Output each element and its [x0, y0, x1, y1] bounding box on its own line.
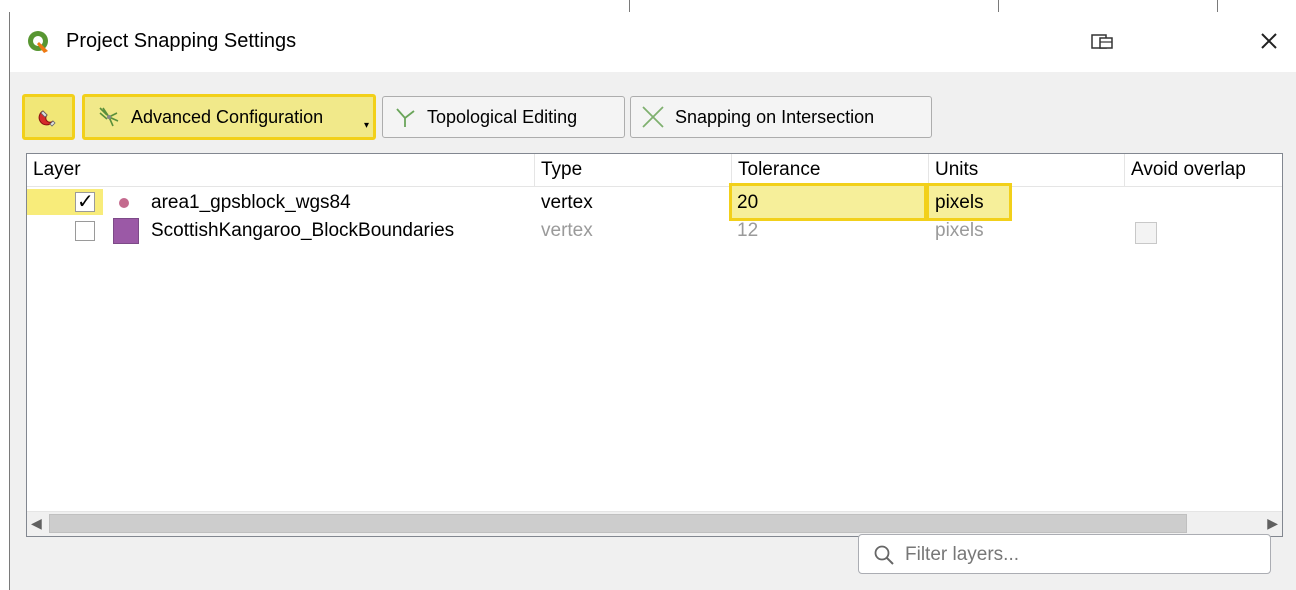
scroll-right-icon[interactable]: ▶ [1267, 515, 1278, 532]
project-snapping-dialog: Project Snapping Settings Advanced Confi… [9, 12, 1296, 590]
topological-editing-button[interactable]: Topological Editing [382, 96, 625, 138]
tolerance-value[interactable]: 12 [737, 216, 758, 246]
table-header: Layer Type Tolerance Units Avoid overlap [27, 154, 1282, 187]
window-title: Project Snapping Settings [66, 30, 297, 52]
background-divider [998, 0, 999, 12]
snap-type[interactable]: vertex [541, 188, 593, 218]
units-value[interactable]: pixels [935, 188, 984, 218]
search-icon [874, 545, 894, 565]
dropdown-caret-icon[interactable]: ▾ [364, 120, 369, 131]
filter-layers-input[interactable] [903, 539, 1257, 571]
tolerance-value[interactable]: 20 [737, 188, 758, 218]
layer-name: area1_gpsblock_wgs84 [151, 192, 351, 213]
polygon-layer-icon [113, 218, 139, 244]
advanced-configuration-button[interactable]: Advanced Configuration ▾ [82, 94, 376, 140]
advanced-configuration-label: Advanced Configuration [131, 106, 324, 127]
snapping-toolbar: Advanced Configuration ▾ Topological Edi… [10, 72, 1296, 154]
intersection-icon [642, 106, 664, 128]
scroll-left-icon[interactable]: ◀ [31, 515, 42, 532]
topological-editing-label: Topological Editing [427, 106, 578, 127]
point-layer-icon [119, 198, 129, 208]
snapping-on-intersection-button[interactable]: Snapping on Intersection [630, 96, 932, 138]
title-bar: Project Snapping Settings [10, 12, 1296, 72]
topological-editing-icon [396, 108, 415, 127]
column-header-tolerance[interactable]: Tolerance [732, 154, 929, 186]
avoid-overlap-checkbox[interactable] [1135, 222, 1157, 244]
layer-enable-checkbox[interactable] [75, 221, 95, 241]
restore-window-icon[interactable] [1090, 32, 1116, 52]
close-icon[interactable] [1254, 26, 1284, 56]
layer-name: ScottishKangaroo_BlockBoundaries [151, 220, 455, 241]
column-header-units[interactable]: Units [929, 154, 1125, 186]
qgis-logo-icon [28, 31, 48, 53]
snap-type[interactable]: vertex [541, 216, 593, 246]
layer-enable-checkbox[interactable] [75, 189, 95, 214]
column-header-layer[interactable]: Layer [27, 154, 535, 186]
magnet-icon [38, 110, 56, 127]
snapping-layers-table[interactable]: Layer Type Tolerance Units Avoid overlap… [26, 153, 1283, 537]
tolerance-field-highlight[interactable] [729, 183, 927, 221]
table-row[interactable]: area1_gpsblock_wgs84 vertex 20 pixels [27, 183, 1282, 221]
column-header-avoid-overlap[interactable]: Avoid overlap [1125, 154, 1282, 186]
horizontal-scrollbar[interactable]: ◀ ▶ [27, 511, 1282, 536]
enable-snapping-button[interactable] [22, 94, 75, 140]
column-header-type[interactable]: Type [535, 154, 732, 186]
table-row[interactable]: ScottishKangaroo_BlockBoundaries vertex … [27, 216, 1282, 246]
scrollbar-thumb[interactable] [49, 514, 1187, 533]
filter-layers-box[interactable] [858, 534, 1271, 574]
units-value[interactable]: pixels [935, 216, 984, 246]
snapping-on-intersection-label: Snapping on Intersection [675, 106, 875, 127]
advanced-config-icon [99, 107, 119, 127]
